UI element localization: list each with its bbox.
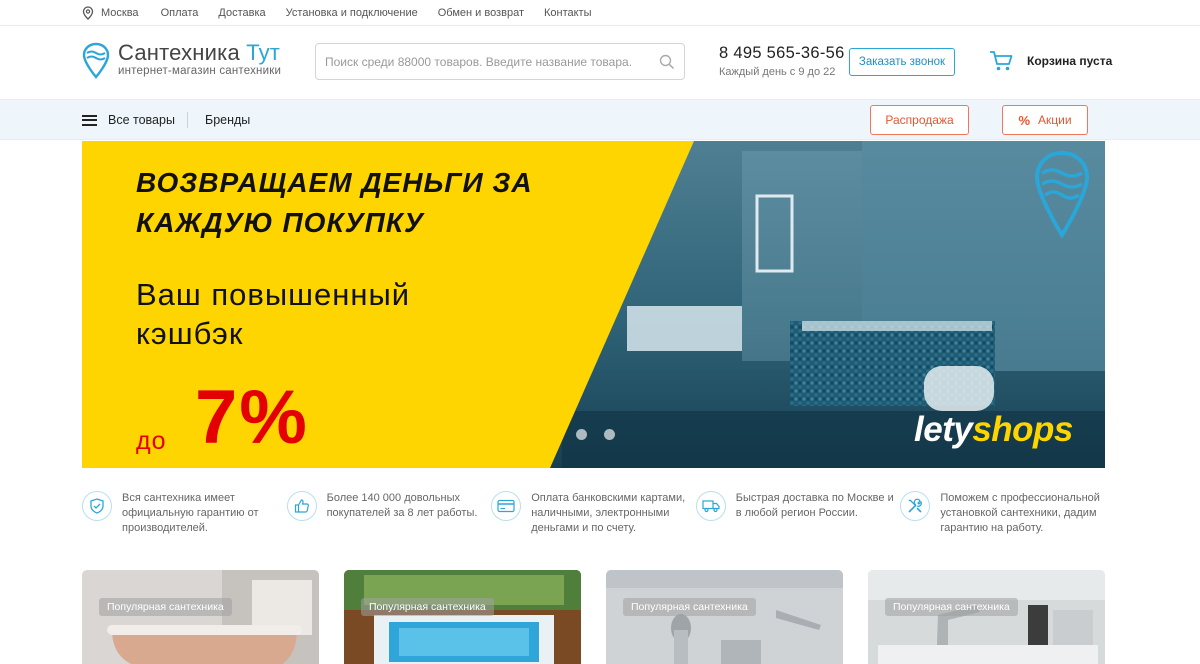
phone-number[interactable]: 8 495 565-36-56: [719, 44, 845, 63]
search-icon: [659, 54, 675, 69]
phone-hours: Каждый день с 9 до 22: [719, 66, 836, 78]
slider-dot-2[interactable]: [604, 429, 615, 440]
sink-image: [868, 570, 1105, 664]
logo-name-accent: Тут: [246, 40, 281, 65]
all-goods-menu[interactable]: Все товары: [82, 100, 175, 140]
percent-icon: %: [1018, 112, 1030, 128]
search-box: [315, 43, 685, 80]
partner-logo-lety: lety: [914, 410, 973, 449]
top-link-contacts[interactable]: Контакты: [544, 7, 592, 19]
card-payment-icon: [491, 491, 522, 521]
promo-button[interactable]: % Акции: [1002, 105, 1088, 135]
category-card[interactable]: Популярная сантехника: [868, 570, 1105, 664]
top-bar: Москва Оплата Доставка Установка и подкл…: [0, 0, 1200, 26]
cart-icon: [990, 51, 1013, 71]
faucet-image: [606, 570, 843, 664]
phone-block: 8 495 565-36-56 Каждый день с 9 до 22: [719, 44, 845, 78]
top-link-returns[interactable]: Обмен и возврат: [438, 7, 524, 19]
logo-name-main: Сантехника: [118, 40, 240, 65]
delivery-truck-icon: [695, 491, 726, 521]
banner-subline: Ваш повышенный кэшбэк: [136, 277, 411, 351]
feature-text: Быстрая доставка по Москве и в любой рег…: [735, 492, 894, 519]
category-card[interactable]: Популярная сантехника: [82, 570, 319, 664]
all-goods-label: Все товары: [108, 113, 175, 127]
slider-dot-1[interactable]: [576, 429, 587, 440]
feature-text: Оплата банковскими картами, наличными, э…: [531, 492, 686, 534]
slider-dots: [576, 429, 632, 440]
partner-logo: letyshops: [914, 410, 1073, 450]
site-logo[interactable]: Сантехника Тут интернет-магазин сантехни…: [82, 42, 281, 80]
shield-icon: [82, 491, 112, 521]
card-badge: Популярная сантехника: [623, 598, 756, 616]
city-label: Москва: [101, 7, 139, 19]
feature-item: Быстрая доставка по Москве и в любой рег…: [695, 491, 901, 541]
banner-logo-pin-icon: [1034, 150, 1090, 239]
logo-pin-icon: [82, 42, 110, 79]
tools-icon: [900, 491, 931, 521]
top-link-payment[interactable]: Оплата: [161, 7, 199, 19]
promo-label: Акции: [1038, 113, 1072, 127]
feature-item: Поможем с профессиональной установкой са…: [900, 491, 1105, 541]
banner-headline: ВОЗВРАЩАЕМ ДЕНЬГИ ЗА КАЖДУЮ ПОКУПКУ: [136, 167, 533, 238]
bathtub-image: [82, 570, 319, 664]
promo-banner[interactable]: ВОЗВРАЩАЕМ ДЕНЬГИ ЗА КАЖДУЮ ПОКУПКУ Ваш …: [82, 141, 1105, 468]
feature-text: Вся сантехника имеет официальную гаранти…: [122, 492, 259, 534]
location-pin-icon: [82, 6, 94, 20]
card-badge: Популярная сантехника: [99, 598, 232, 616]
top-link-installation[interactable]: Установка и подключение: [286, 7, 418, 19]
card-badge: Популярная сантехника: [885, 598, 1018, 616]
jacuzzi-image: [344, 570, 581, 664]
banner-percent: 7%: [195, 375, 309, 460]
feature-item: Оплата банковскими картами, наличными, э…: [491, 491, 696, 541]
banner-prefix: до: [136, 427, 167, 455]
logo-name: Сантехника Тут: [118, 42, 281, 64]
search-input[interactable]: [316, 44, 650, 79]
card-badge: Популярная сантехника: [361, 598, 494, 616]
partner-logo-shops: shops: [972, 410, 1073, 449]
thumbs-up-icon: [286, 491, 317, 521]
feature-text: Более 140 000 довольных покупателей за 8…: [326, 492, 478, 519]
feature-text: Поможем с профессиональной установкой са…: [940, 492, 1100, 534]
feature-item: Вся сантехника имеет официальную гаранти…: [82, 491, 287, 541]
features-row: Вся сантехника имеет официальную гаранти…: [82, 491, 1105, 541]
category-card[interactable]: Популярная сантехника: [606, 570, 843, 664]
category-cards: Популярная сантехника Популярная сантехн…: [82, 570, 1105, 664]
nav-divider: [187, 112, 188, 128]
logo-subtitle: интернет-магазин сантехники: [118, 65, 282, 77]
order-call-button[interactable]: Заказать звонок: [849, 48, 955, 76]
cart-button[interactable]: Корзина пуста: [989, 50, 1112, 72]
site-header: Сантехника Тут интернет-магазин сантехни…: [0, 26, 1200, 99]
sale-button[interactable]: Распродажа: [870, 105, 969, 135]
brands-link[interactable]: Бренды: [205, 100, 250, 140]
category-card[interactable]: Популярная сантехника: [344, 570, 581, 664]
hamburger-icon: [82, 114, 97, 126]
top-link-delivery[interactable]: Доставка: [218, 7, 265, 19]
cart-label: Корзина пуста: [1027, 54, 1113, 68]
feature-item: Более 140 000 довольных покупателей за 8…: [286, 491, 492, 541]
search-button[interactable]: [650, 45, 684, 79]
main-nav: Все товары Бренды Распродажа % Акции: [0, 99, 1200, 140]
city-selector[interactable]: Москва: [82, 6, 139, 20]
